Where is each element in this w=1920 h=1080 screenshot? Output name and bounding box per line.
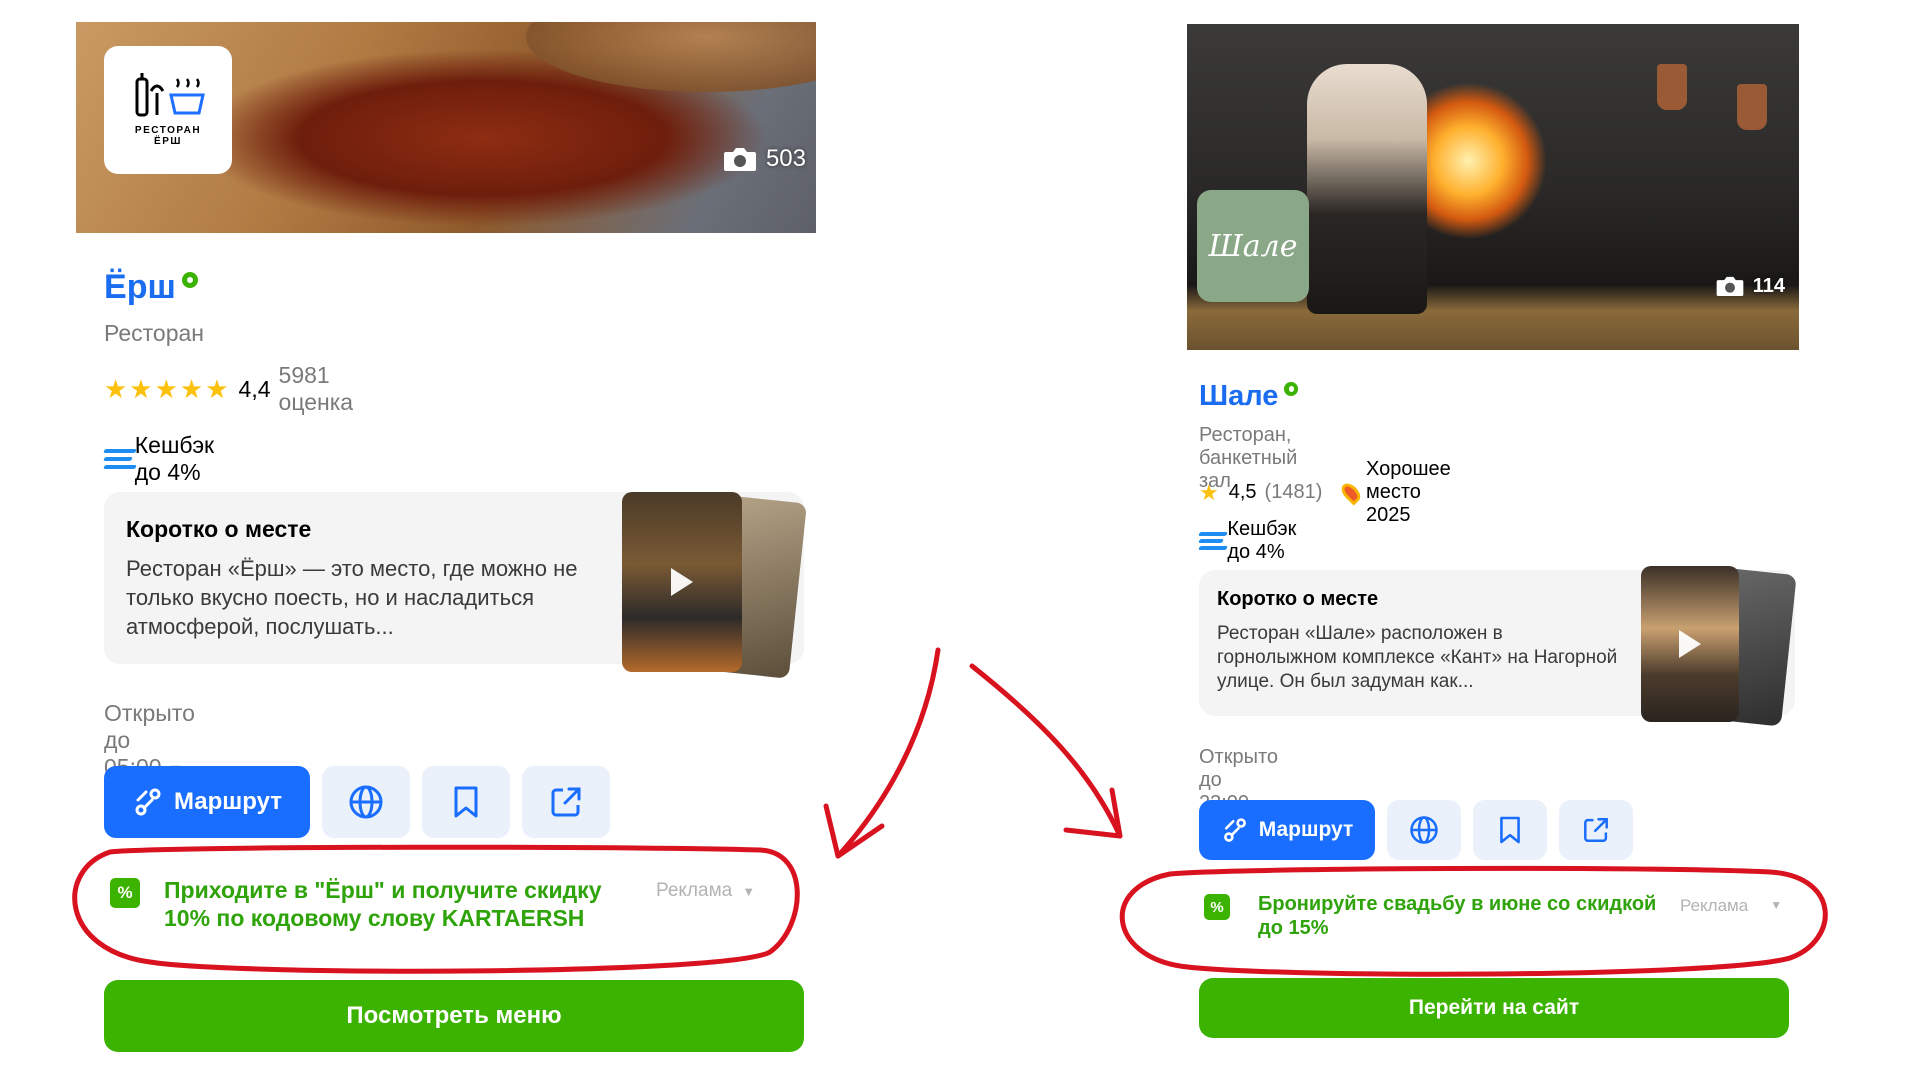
right-title-row: Шале: [1199, 380, 1299, 413]
right-website-button[interactable]: [1387, 800, 1461, 860]
play-icon: [671, 568, 693, 596]
right-annotation-arrow: [969, 663, 1123, 839]
award-badge-icon: [1338, 479, 1364, 506]
right-cashback[interactable]: Кешбэк до 4%: [1198, 518, 1308, 564]
right-arrow-head: [1063, 787, 1123, 839]
right-logo-text: Шале: [1208, 228, 1298, 264]
right-bookmark-button[interactable]: [1473, 800, 1547, 860]
right-share-button[interactable]: [1559, 800, 1633, 860]
right-route-label: Маршрут: [1258, 818, 1354, 841]
right-photo-count-value: 114: [1752, 274, 1785, 297]
right-video-thumb[interactable]: [1641, 566, 1739, 722]
globe-icon: [349, 785, 383, 819]
left-cashback-label: Кешбэк до 4%: [134, 432, 215, 485]
left-photo-count[interactable]: 503: [722, 145, 806, 173]
play-icon: [1679, 630, 1701, 658]
share-icon: [551, 787, 581, 817]
bookmark-icon: [1500, 816, 1520, 844]
left-route-button[interactable]: Маршрут: [104, 766, 310, 838]
left-arrow-head: [823, 803, 885, 859]
left-category: Ресторан: [104, 320, 204, 346]
left-rating-value: 4,4: [238, 375, 271, 402]
discount-icon: %: [1204, 894, 1230, 920]
right-place-title[interactable]: Шале: [1199, 380, 1278, 413]
right-hero-photo[interactable]: Шале 114: [1187, 24, 1799, 350]
right-about-block[interactable]: Коротко о месте Ресторан «Шале» располож…: [1199, 565, 1797, 727]
route-icon: [1223, 818, 1246, 842]
right-award-label: Хорошее место 2025: [1365, 458, 1451, 526]
left-about-text: Ресторан «Ёрш» — это место, где можно не…: [126, 556, 578, 639]
chevron-down-icon[interactable]: ▼: [742, 884, 755, 899]
verified-icon: [181, 272, 198, 288]
share-icon: [1584, 818, 1608, 842]
left-logo-line2: ЁРШ: [154, 136, 182, 147]
left-video-thumb[interactable]: [622, 492, 742, 672]
right-ad-text: Бронируйте свадьбу в июне со скидкой до …: [1258, 893, 1657, 939]
left-bookmark-button[interactable]: [422, 766, 510, 838]
left-action-buttons: Маршрут: [104, 766, 610, 838]
right-lamp-2: [1737, 84, 1767, 130]
bookmark-icon: [454, 786, 478, 818]
right-rating-count: (1481): [1264, 481, 1323, 503]
right-lamp-1: [1657, 64, 1687, 110]
right-ad-label: Реклама: [1680, 896, 1749, 915]
left-about-block[interactable]: Коротко о месте Ресторан «Ёрш» — это мес…: [104, 492, 807, 679]
globe-icon: [1410, 816, 1438, 844]
left-annotation-arrow: [835, 647, 941, 859]
left-logo: РЕСТОРАН ЁРШ: [104, 46, 232, 174]
left-share-button[interactable]: [522, 766, 610, 838]
camera-icon: [1716, 276, 1744, 296]
left-rating-count: 5981 оценка: [278, 362, 354, 415]
left-ad-text: Приходите в "Ёрш" и получите скидку 10% …: [164, 877, 602, 931]
right-photo-count[interactable]: 114: [1715, 274, 1785, 298]
ersh-logo-icon: [135, 73, 205, 117]
right-about-text: Ресторан «Шале» расположен в горнолыжном…: [1217, 623, 1618, 692]
right-logo: Шале: [1197, 190, 1309, 302]
left-place-title[interactable]: Ёрш: [104, 268, 176, 307]
left-hero-photo[interactable]: РЕСТОРАН ЁРШ 503: [76, 22, 816, 233]
left-website-button[interactable]: [322, 766, 410, 838]
cashback-icon: [1198, 531, 1228, 551]
left-rating-stars: ★★★★★: [104, 373, 231, 404]
left-rating-row[interactable]: ★★★★★ 4,4 5981 оценка: [104, 362, 353, 416]
left-cashback[interactable]: Кешбэк до 4%: [103, 432, 227, 486]
right-promo-ad[interactable]: % Бронируйте свадьбу в июне со скидкой д…: [1204, 892, 1794, 940]
left-logo-line1: РЕСТОРАН: [134, 125, 202, 136]
discount-icon: %: [110, 878, 140, 908]
left-ad-label: Реклама: [656, 880, 733, 901]
chevron-down-icon[interactable]: ▼: [1770, 898, 1782, 912]
route-icon: [135, 788, 161, 816]
left-promo-ad[interactable]: % Приходите в "Ёрш" и получите скидку 10…: [110, 876, 790, 932]
left-title-row: Ёрш: [104, 268, 198, 307]
right-route-button[interactable]: Маршрут: [1199, 800, 1375, 860]
right-about-title: Коротко о месте: [1217, 588, 1379, 610]
right-website-cta-button[interactable]: Перейти на сайт: [1199, 978, 1789, 1038]
right-rating-star: ★: [1199, 479, 1221, 505]
verified-icon: [1284, 382, 1299, 396]
left-menu-button[interactable]: Посмотреть меню: [104, 980, 804, 1052]
left-photo-count-value: 503: [765, 145, 806, 172]
right-cashback-label: Кешбэк до 4%: [1227, 518, 1297, 563]
right-action-buttons: Маршрут: [1199, 800, 1633, 860]
left-about-title: Коротко о месте: [126, 516, 312, 542]
right-rating-row[interactable]: ★ 4,5 (1481) Хорошее место 2025: [1199, 458, 1459, 527]
camera-icon: [723, 148, 756, 171]
cashback-icon: [103, 448, 137, 470]
left-route-label: Маршрут: [173, 788, 283, 815]
right-rating-value: 4,5: [1228, 481, 1257, 503]
right-chef-figure: [1307, 64, 1427, 314]
